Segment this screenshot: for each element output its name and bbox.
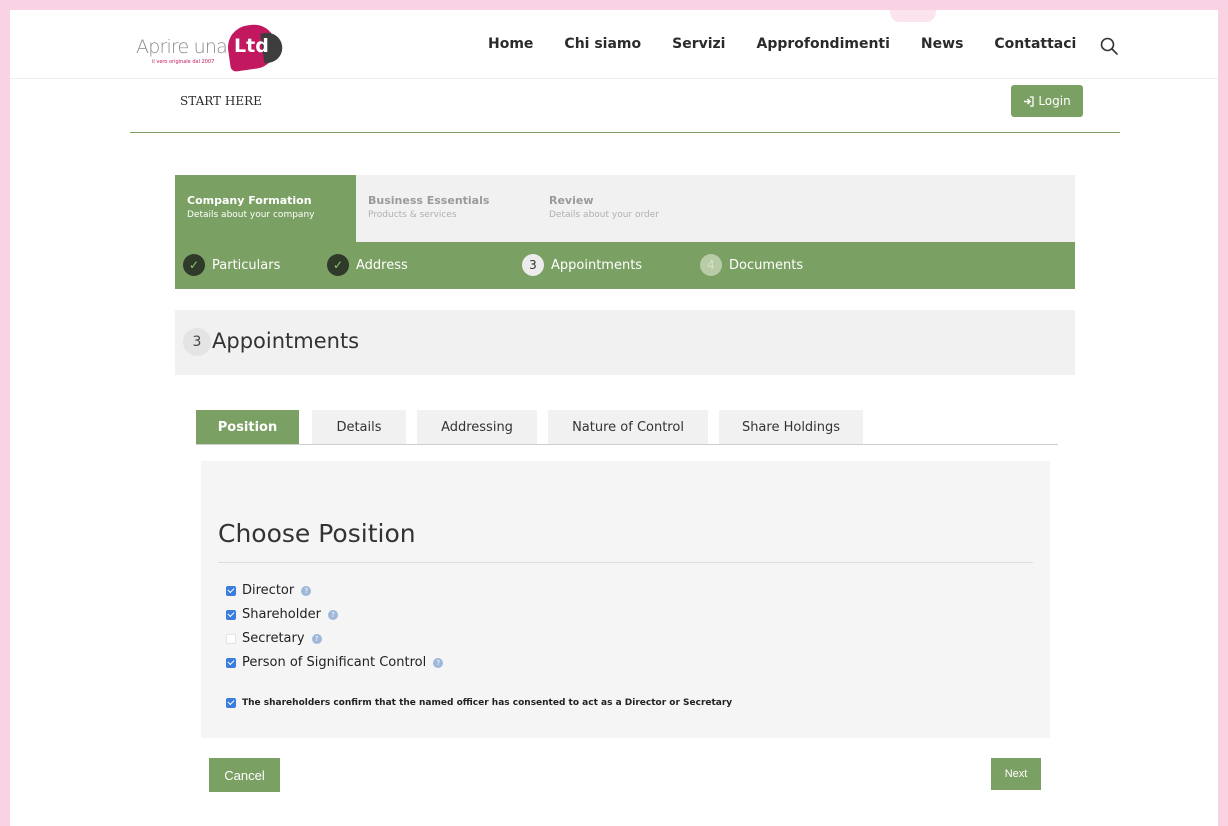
substep-label: Particulars <box>212 257 281 273</box>
nav-contattaci[interactable]: Contattaci <box>994 36 1076 52</box>
option-label: Secretary <box>242 631 305 646</box>
help-icon[interactable]: ? <box>327 609 338 620</box>
step-title: Company Formation <box>187 194 312 207</box>
main-nav: Home Chi siamo Servizi Approfondimenti N… <box>488 36 1107 52</box>
step-review[interactable]: Review Details about your order <box>537 175 671 242</box>
panel-title: Choose Position <box>218 519 416 548</box>
director-checkbox[interactable] <box>226 585 236 596</box>
logo-tagline: il vero originale dal 2007 <box>152 59 215 65</box>
substep-particulars[interactable]: ✓ Particulars <box>183 254 280 276</box>
substep-documents[interactable]: 4 Documents <box>700 254 803 276</box>
nav-news[interactable]: News <box>921 36 963 52</box>
substep-address[interactable]: ✓ Address <box>327 254 408 276</box>
appointment-tabs: Position Details Addressing Nature of Co… <box>196 410 1058 445</box>
main-steps: Company Formation Details about your com… <box>175 175 1075 242</box>
substep-label: Address <box>356 257 408 273</box>
nav-approfondimenti[interactable]: Approfondimenti <box>756 36 889 52</box>
help-icon[interactable]: ? <box>311 633 322 644</box>
substep-label: Appointments <box>551 257 643 273</box>
help-icon[interactable]: ? <box>433 657 444 668</box>
tab-position[interactable]: Position <box>196 410 299 444</box>
header-divider <box>10 78 1218 79</box>
psc-checkbox[interactable] <box>226 657 236 668</box>
login-button[interactable]: Login <box>1011 85 1083 117</box>
panel-divider <box>218 562 1033 563</box>
position-panel: Choose Position Director ? Shareholder ?… <box>201 461 1050 738</box>
start-here-label: START HERE <box>180 94 262 108</box>
nav-home[interactable]: Home <box>488 36 533 52</box>
step-title: Business Essentials <box>368 194 490 207</box>
page: Aprire una Ltd il vero originale dal 200… <box>10 10 1218 826</box>
section-header: 3 Appointments <box>175 310 1075 375</box>
step-subtitle: Details about your order <box>549 210 659 220</box>
option-label: Person of Significant Control <box>242 655 427 670</box>
next-button[interactable]: Next <box>991 758 1041 790</box>
consent-option[interactable]: The shareholders confirm that the named … <box>226 698 732 708</box>
option-director[interactable]: Director ? <box>226 583 312 598</box>
site-logo[interactable]: Aprire una Ltd il vero originale dal 200… <box>136 21 286 73</box>
option-shareholder[interactable]: Shareholder ? <box>226 607 338 622</box>
help-icon[interactable]: ? <box>301 585 312 596</box>
secretary-checkbox[interactable] <box>226 633 236 644</box>
cancel-button[interactable]: Cancel <box>209 758 280 792</box>
tab-nature-of-control[interactable]: Nature of Control <box>548 410 708 444</box>
step-title: Review <box>549 194 594 207</box>
substep-label: Documents <box>729 257 804 273</box>
login-label: Login <box>1038 94 1071 108</box>
tab-share-holdings[interactable]: Share Holdings <box>719 410 863 444</box>
logo-text: Aprire una <box>136 36 228 58</box>
tab-addressing[interactable]: Addressing <box>417 410 537 444</box>
decorative-tab <box>890 10 936 22</box>
check-icon: ✓ <box>327 254 349 276</box>
step-company-formation[interactable]: Company Formation Details about your com… <box>175 175 356 242</box>
consent-checkbox[interactable] <box>226 698 236 708</box>
option-psc[interactable]: Person of Significant Control ? <box>226 655 444 670</box>
nav-chi-siamo[interactable]: Chi siamo <box>564 36 641 52</box>
option-label: Shareholder <box>242 607 321 622</box>
substep-appointments[interactable]: 3 Appointments <box>522 254 642 276</box>
tab-details[interactable]: Details <box>312 410 406 444</box>
step-business-essentials[interactable]: Business Essentials Products & services <box>356 175 501 242</box>
logo-badge-text: Ltd <box>234 35 269 57</box>
step-number-badge: 3 <box>522 254 544 276</box>
option-secretary[interactable]: Secretary ? <box>226 631 322 646</box>
search-icon[interactable] <box>1100 37 1118 55</box>
step-subtitle: Details about your company <box>187 210 315 220</box>
section-title: Appointments <box>212 329 360 353</box>
step-subtitle: Products & services <box>368 210 457 220</box>
nav-servizi[interactable]: Servizi <box>672 36 725 52</box>
consent-label: The shareholders confirm that the named … <box>242 698 733 708</box>
section-number-badge: 3 <box>183 328 211 356</box>
sign-in-icon <box>1024 95 1034 107</box>
green-divider <box>130 132 1120 133</box>
sub-steps: ✓ Particulars ✓ Address 3 Appointments 4… <box>175 242 1075 289</box>
check-icon: ✓ <box>183 254 205 276</box>
option-label: Director <box>242 583 295 598</box>
step-number-badge: 4 <box>700 254 722 276</box>
shareholder-checkbox[interactable] <box>226 609 236 620</box>
